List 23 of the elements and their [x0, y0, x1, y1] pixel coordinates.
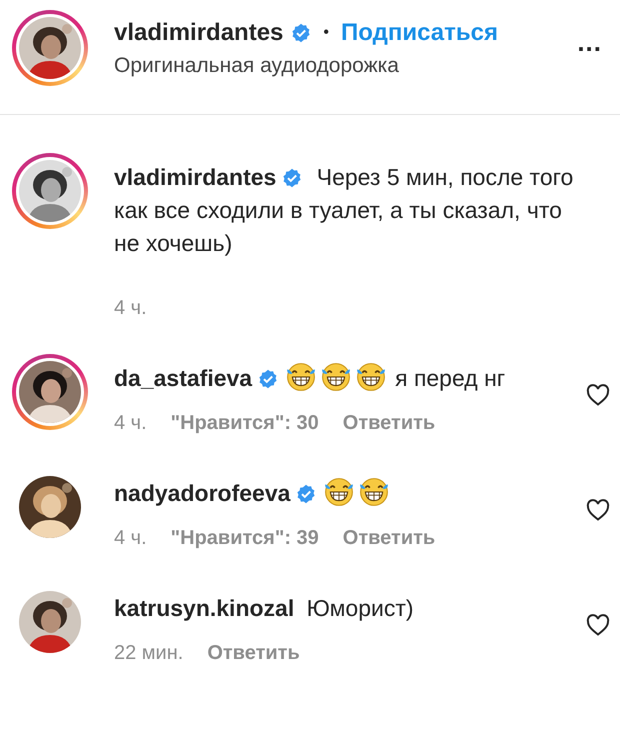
timestamp: 4 ч. — [114, 296, 147, 320]
laughing-emoji-icon — [321, 362, 352, 392]
comment-text: katrusyn.kinozal Юморист) — [114, 594, 415, 623]
timestamp: 4 ч. — [114, 411, 147, 435]
username[interactable]: vladimirdantes — [114, 18, 284, 48]
heart-icon[interactable] — [586, 384, 610, 406]
username[interactable]: nadyadorofeeva — [114, 480, 290, 506]
laughing-emoji-icon — [359, 477, 390, 507]
audio-subtitle: Оригинальная аудиодорожка — [114, 54, 400, 78]
heart-icon[interactable] — [586, 499, 610, 521]
timestamp: 22 мин. — [114, 641, 184, 665]
username[interactable]: da_astafieva — [114, 365, 252, 391]
more-button[interactable]: ... — [569, 26, 610, 70]
timestamp: 4 ч. — [114, 526, 147, 550]
laughing-emoji-icon — [286, 362, 316, 392]
separator: • — [323, 23, 330, 43]
username[interactable]: katrusyn.kinozal — [114, 595, 294, 621]
laughing-emoji-icon — [324, 477, 354, 507]
heart-icon[interactable] — [586, 614, 610, 636]
username[interactable]: vladimirdantes — [114, 164, 276, 190]
comment-text: vladimirdantes Через 5 мин, после того как все сходили в туалет, а ты сказал, что не хочешь) — [114, 163, 574, 258]
laughing-emoji-icon — [356, 362, 386, 392]
comment-text: я перед нг — [395, 365, 506, 391]
